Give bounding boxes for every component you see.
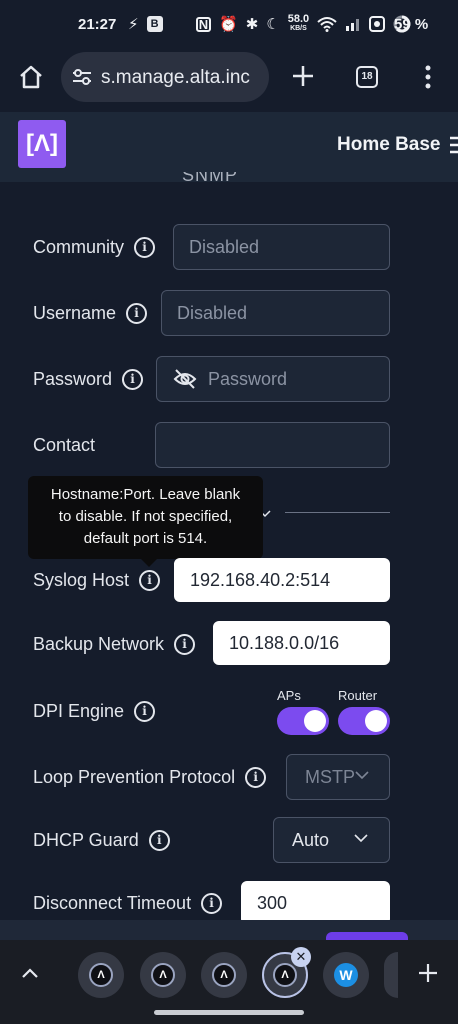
username-input[interactable]: Disabled [161, 290, 390, 336]
site-settings-icon[interactable] [71, 67, 93, 87]
dpi-engine-label-row: DPI Engine i [33, 701, 156, 722]
bluetooth-icon: ✱ [245, 16, 259, 33]
disconnect-timeout-label: Disconnect Timeout [33, 893, 192, 913]
disconnect-timeout-input[interactable]: 300 [241, 881, 390, 925]
syslog-host-tooltip: Hostname:Port. Leave blank to disable. I… [28, 476, 263, 567]
ring-status-icon [369, 16, 386, 32]
tab-switcher-button[interactable]: 18 [356, 66, 378, 88]
alta-tab-icon: Λ [89, 963, 113, 987]
b-badge-icon: B [146, 16, 163, 32]
tab-thumbnail[interactable]: W [323, 952, 369, 998]
loop-prevention-label: Loop Prevention Protocol [33, 767, 236, 787]
battery-level: 59 % [394, 16, 429, 33]
info-icon[interactable]: i [134, 701, 156, 722]
dpi-aps-toggle[interactable] [277, 707, 329, 735]
community-label: Community [33, 237, 125, 257]
wifi-icon [317, 17, 337, 32]
site-name[interactable]: Home Base [337, 134, 441, 156]
loop-prevention-label-row: Loop Prevention Protocol i [33, 767, 267, 788]
w-tab-icon: W [334, 963, 358, 987]
home-icon[interactable] [18, 64, 44, 90]
password-label: Password [33, 369, 113, 389]
browser-toolbar: s.manage.alta.inc 18 [0, 50, 458, 112]
address-bar[interactable]: s.manage.alta.inc [61, 52, 269, 102]
tooltip-line: Hostname:Port. Leave blank [50, 486, 241, 503]
status-time: 21:27 [78, 16, 117, 33]
signal-icon [346, 19, 360, 31]
alta-tab-icon: Λ [273, 963, 297, 987]
contact-label-row: Contact [33, 435, 95, 456]
dhcp-guard-value: Auto [292, 830, 330, 850]
network-speed-unit: KB/S [290, 25, 307, 32]
backup-network-label-row: Backup Network i [33, 634, 196, 655]
chevron-down-icon [355, 771, 369, 780]
info-icon[interactable]: i [126, 303, 148, 324]
chevron-down-icon [354, 834, 368, 843]
username-label: Username [33, 303, 117, 323]
add-tab-plus-icon[interactable] [418, 963, 438, 983]
info-icon[interactable]: i [139, 570, 161, 591]
aps-toggle-label: APs [277, 688, 301, 703]
close-tab-icon[interactable]: ✕ [291, 947, 311, 967]
nfc-icon: N [196, 16, 211, 32]
dhcp-guard-label: DHCP Guard [33, 830, 139, 850]
backup-network-label: Backup Network [33, 634, 165, 654]
tooltip-line: to disable. If not specified, [58, 508, 233, 525]
backup-network-input[interactable]: 10.188.0.0/16 [213, 621, 390, 665]
dhcp-guard-select[interactable]: Auto [273, 817, 390, 863]
section-title-text: SNMP [182, 172, 239, 185]
disconnect-timeout-label-row: Disconnect Timeout i [33, 893, 223, 914]
chevron-up-icon[interactable] [22, 968, 38, 978]
alta-logo[interactable]: [Λ] [18, 120, 66, 168]
username-label-row: Username i [33, 303, 148, 324]
alarm-icon: ⏰ [219, 16, 238, 33]
overflow-menu-icon[interactable] [424, 64, 432, 90]
dhcp-guard-label-row: DHCP Guard i [33, 830, 170, 851]
alta-tab-icon: Λ [151, 963, 175, 987]
tooltip-line: default port is 514. [83, 530, 208, 547]
tab-thumbnail[interactable]: Λ [78, 952, 124, 998]
info-icon[interactable]: i [201, 893, 223, 914]
dnd-moon-icon: ☾ [266, 16, 280, 33]
alta-tab-icon: Λ [212, 963, 236, 987]
contact-label: Contact [33, 435, 96, 455]
new-tab-plus-icon[interactable] [291, 64, 315, 88]
tab-thumbnail[interactable]: Λ [201, 952, 247, 998]
info-icon[interactable]: i [245, 767, 267, 788]
password-input[interactable]: Password [156, 356, 390, 402]
tab-thumbnail[interactable]: Λ [140, 952, 186, 998]
gesture-home-indicator[interactable] [154, 1010, 304, 1015]
syslog-host-label-row: Syslog Host i [33, 570, 161, 591]
network-speed-value: 58.0 [287, 13, 310, 25]
password-placeholder: Password [208, 369, 288, 389]
password-label-row: Password i [33, 369, 144, 390]
tab-thumbnail-partial[interactable] [384, 952, 398, 998]
field-underline [285, 512, 390, 513]
router-toggle-label: Router [338, 688, 378, 703]
info-icon[interactable]: i [148, 830, 170, 851]
eye-off-icon[interactable] [173, 369, 197, 389]
syslog-host-input[interactable]: 192.168.40.2:514 [174, 558, 390, 602]
status-bar: 21:27 ⚡ B N ⏰ ✱ ☾ 58.0 KB/S 59 % [0, 0, 458, 50]
flash-icon: ⚡ [128, 16, 139, 33]
info-icon[interactable]: i [174, 634, 196, 655]
url-text: s.manage.alta.inc [101, 67, 250, 88]
toggle-knob [365, 710, 387, 732]
hamburger-menu-icon[interactable] [450, 136, 458, 154]
syslog-host-label: Syslog Host [33, 570, 130, 590]
community-input[interactable]: Disabled [173, 224, 390, 270]
info-icon[interactable]: i [134, 237, 156, 258]
network-speed: 58.0 KB/S [287, 13, 310, 33]
contact-input[interactable] [155, 422, 390, 468]
loop-prevention-select[interactable]: MSTP [286, 754, 390, 800]
dpi-engine-label: DPI Engine [33, 701, 125, 721]
community-label-row: Community i [33, 237, 156, 258]
info-icon[interactable]: i [122, 369, 144, 390]
toggle-knob [304, 710, 326, 732]
section-title: SNMP [182, 172, 238, 188]
dpi-router-toggle[interactable] [338, 707, 390, 735]
loop-prevention-value: MSTP [305, 767, 356, 787]
